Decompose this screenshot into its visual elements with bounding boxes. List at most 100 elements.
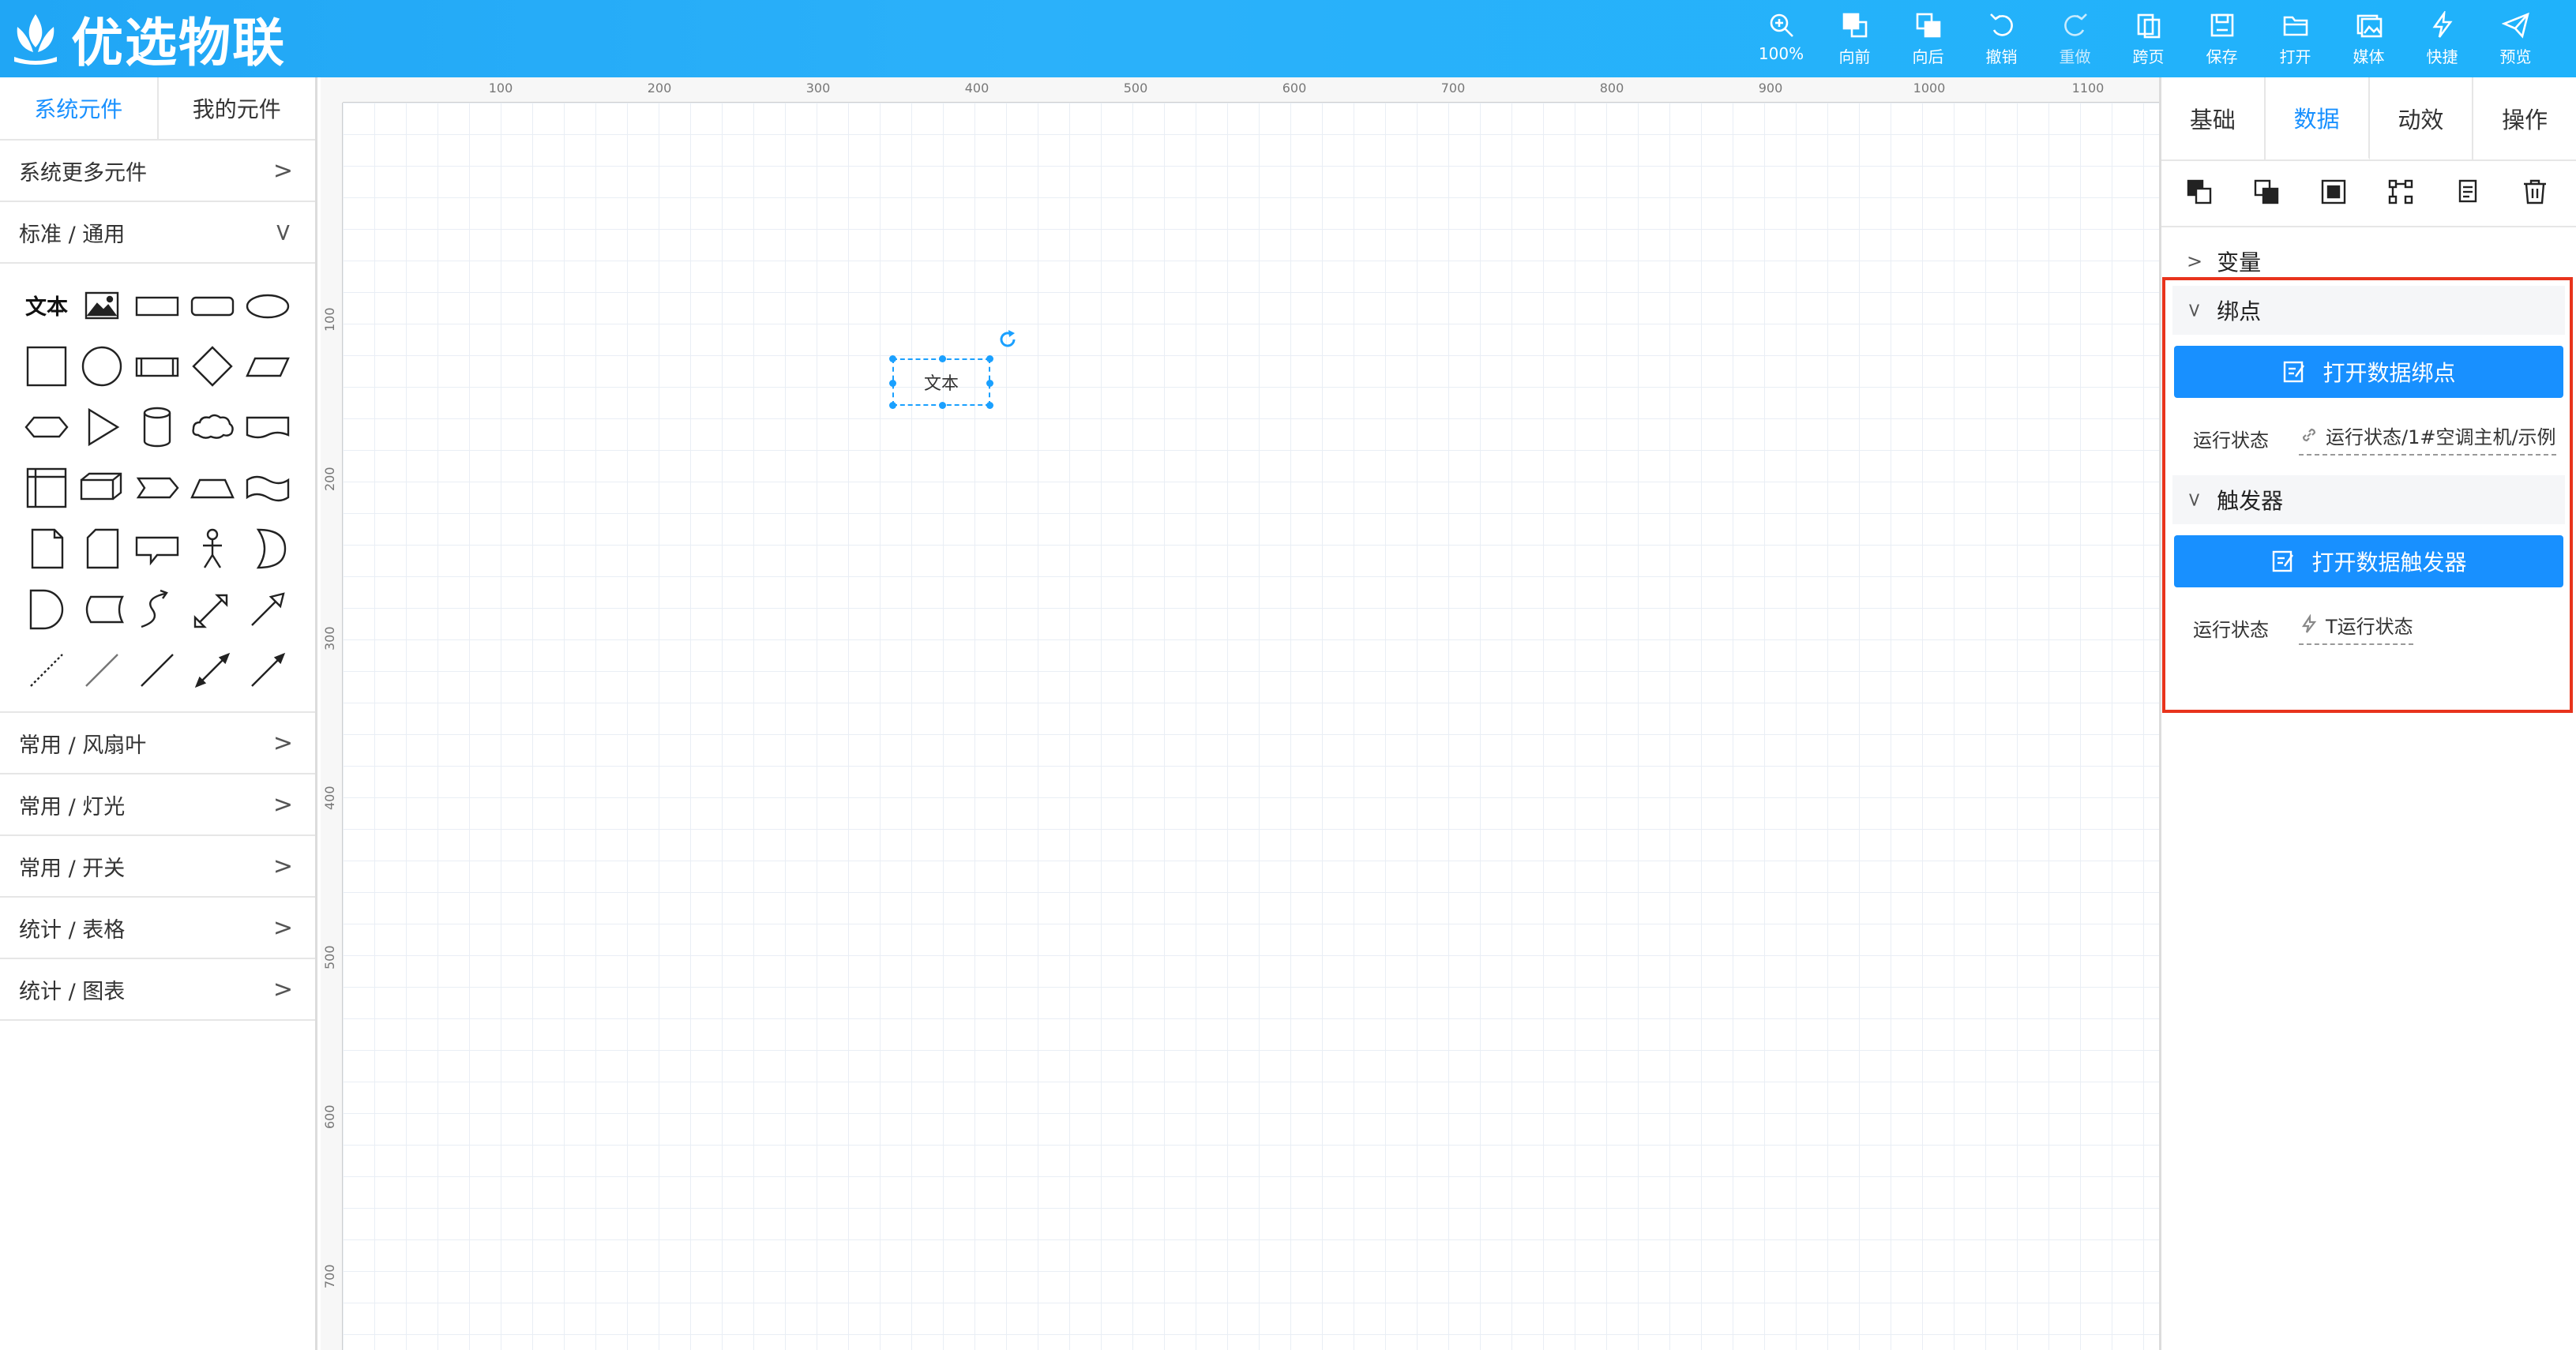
- shortcut-button[interactable]: 快捷: [2405, 11, 2479, 69]
- shape-actor[interactable]: [185, 518, 240, 579]
- shape-single-arrow[interactable]: [240, 639, 295, 700]
- category-fan[interactable]: 常用 / 风扇叶 >: [0, 713, 315, 774]
- shape-data-storage[interactable]: [74, 579, 130, 639]
- shape-hexagon[interactable]: [19, 396, 74, 457]
- resize-handle[interactable]: [939, 355, 946, 362]
- shape-delay[interactable]: [19, 579, 74, 639]
- save-button[interactable]: 保存: [2185, 11, 2259, 69]
- shape-step[interactable]: [130, 457, 185, 518]
- tab-animation[interactable]: 动效: [2370, 77, 2474, 159]
- chevron-down-icon: >: [268, 222, 297, 242]
- ungroup-button[interactable]: [2386, 178, 2418, 209]
- horizontal-ruler[interactable]: 100 200 300 400 500 600 700 800 900 1000 1100: [343, 77, 2159, 103]
- resize-handle[interactable]: [889, 380, 896, 387]
- shape-parallelogram[interactable]: [240, 336, 295, 396]
- shape-trapezoid[interactable]: [185, 457, 240, 518]
- open-label: 打开: [2279, 47, 2311, 66]
- jump-page-button[interactable]: 跨页: [2112, 11, 2185, 69]
- document-wave-icon: [246, 416, 290, 438]
- shape-line[interactable]: [130, 639, 185, 700]
- shape-grid: 文本: [0, 264, 315, 713]
- rotate-handle-icon[interactable]: [997, 328, 1019, 351]
- shape-circle[interactable]: [74, 336, 130, 396]
- hexagon-icon: [24, 416, 69, 437]
- bring-forward-button[interactable]: 向前: [1818, 11, 1891, 69]
- resize-handle[interactable]: [939, 402, 946, 409]
- ruler-tick-label: 800: [1599, 81, 1624, 96]
- canvas-grid[interactable]: [343, 103, 2159, 1350]
- shape-bidirectional-arrow[interactable]: [185, 639, 240, 700]
- category-switch[interactable]: 常用 / 开关 >: [0, 836, 315, 898]
- group-button[interactable]: [2319, 178, 2351, 209]
- resize-handle[interactable]: [889, 402, 896, 409]
- selected-text-element[interactable]: 文本: [889, 355, 993, 409]
- shape-document[interactable]: [240, 396, 295, 457]
- resize-handle[interactable]: [986, 402, 993, 409]
- resize-handle[interactable]: [889, 355, 896, 362]
- shape-callout[interactable]: [130, 518, 185, 579]
- category-table[interactable]: 统计 / 表格 >: [0, 898, 315, 959]
- shape-process[interactable]: [130, 336, 185, 396]
- dashed-line-icon: [30, 653, 63, 687]
- shape-internal-storage[interactable]: [19, 457, 74, 518]
- media-button[interactable]: 媒体: [2332, 11, 2405, 69]
- shape-card[interactable]: [74, 518, 130, 579]
- tab-basic[interactable]: 基础: [2161, 77, 2266, 159]
- shape-rounded-rectangle[interactable]: [185, 275, 240, 336]
- send-backward-button[interactable]: 向后: [1891, 11, 1965, 69]
- toolbar: 100% 向前 向后 撤销 重做 跨页 保存 打开 媒体 快捷 预览: [1744, 11, 2552, 69]
- vertical-ruler[interactable]: 100 200 300 400 500 600 700: [321, 103, 343, 1350]
- shape-note[interactable]: [19, 518, 74, 579]
- category-chart[interactable]: 统计 / 图表 >: [0, 959, 315, 1021]
- zoom-button[interactable]: 100%: [1744, 11, 1818, 69]
- preview-button[interactable]: 预览: [2479, 11, 2552, 69]
- shape-thin-line[interactable]: [74, 639, 130, 700]
- shortcut-label: 快捷: [2426, 47, 2458, 66]
- shape-rectangle[interactable]: [130, 275, 185, 336]
- data-storage-icon: [85, 595, 124, 623]
- ruler-tick-label: 400: [964, 81, 989, 96]
- resize-handle[interactable]: [986, 355, 993, 362]
- undo-button[interactable]: 撤销: [1965, 11, 2038, 69]
- shape-image[interactable]: [74, 275, 130, 336]
- shape-curve[interactable]: [130, 579, 185, 639]
- more-components-row[interactable]: 系统更多元件 >: [0, 141, 315, 202]
- tab-my-components[interactable]: 我的元件: [159, 77, 316, 139]
- shape-cloud[interactable]: [185, 396, 240, 457]
- shape-text[interactable]: 文本: [19, 275, 74, 336]
- shape-ellipse[interactable]: [240, 275, 295, 336]
- copy-button[interactable]: [2454, 178, 2485, 209]
- ruler-tick-label: 400: [322, 786, 337, 810]
- category-light[interactable]: 常用 / 灯光 >: [0, 774, 315, 836]
- redo-button[interactable]: 重做: [2038, 11, 2112, 69]
- shape-or[interactable]: [240, 518, 295, 579]
- shape-tape[interactable]: [240, 457, 295, 518]
- actor-icon: [203, 528, 222, 568]
- delete-button[interactable]: [2521, 178, 2552, 209]
- open-button[interactable]: 打开: [2259, 11, 2332, 69]
- folder-open-icon: [2283, 16, 2308, 36]
- shape-diamond[interactable]: [185, 336, 240, 396]
- shape-double-arrow[interactable]: [185, 579, 240, 639]
- editor-canvas[interactable]: 100 200 300 400 500 600 700 800 900 1000 1100 100 2…: [321, 77, 2462, 1350]
- shape-dashed-line[interactable]: [19, 639, 74, 700]
- shape-square[interactable]: [19, 336, 74, 396]
- shape-arrow[interactable]: [240, 579, 295, 639]
- send-to-back-button[interactable]: [2252, 178, 2284, 209]
- ruler-tick-label: 500: [1123, 81, 1148, 96]
- tab-data[interactable]: 数据: [2265, 77, 2370, 159]
- tab-system-components[interactable]: 系统元件: [0, 77, 159, 139]
- send-backward-icon: [2255, 179, 2279, 204]
- send-icon: [2501, 12, 2529, 39]
- shape-triangle[interactable]: [74, 396, 130, 457]
- shape-cylinder[interactable]: [130, 396, 185, 457]
- category-standard[interactable]: 标准 / 通用 >: [0, 202, 315, 264]
- brand-logo: 优选物联: [11, 8, 286, 73]
- shape-cube[interactable]: [74, 457, 130, 518]
- resize-handle[interactable]: [986, 380, 993, 387]
- category-light-label: 常用 / 灯光: [19, 794, 126, 819]
- bring-to-front-button[interactable]: [2185, 178, 2217, 209]
- tab-action[interactable]: 操作: [2473, 77, 2576, 159]
- brand-name: 优选物联: [71, 13, 286, 73]
- trash-icon: [2523, 179, 2546, 204]
